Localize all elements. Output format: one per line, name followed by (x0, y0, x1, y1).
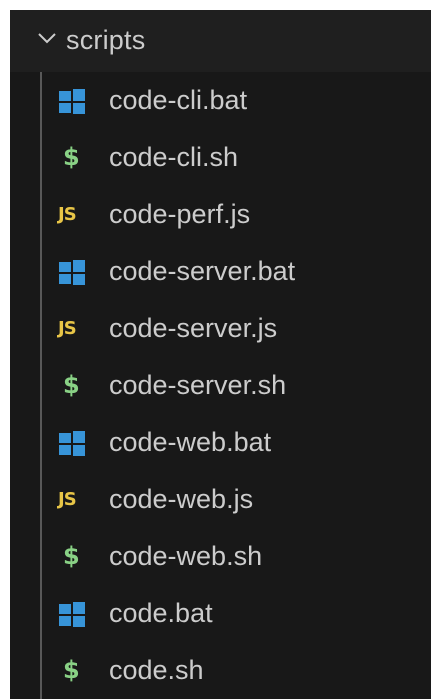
shell-icon: $ (63, 371, 80, 399)
file-name-label: code-perf.js (109, 199, 251, 229)
file-name-label: code-cli.bat (109, 85, 248, 115)
windows-icon (59, 89, 85, 114)
file-item[interactable]: $ code-cli.sh (10, 129, 431, 186)
file-item[interactable]: JS code-server.js (10, 300, 431, 357)
file-name-label: code-web.sh (109, 541, 263, 571)
file-item[interactable]: code-cli.bat (10, 72, 431, 129)
file-item[interactable]: code-server.bat (10, 243, 431, 300)
js-icon: JS (58, 318, 77, 339)
file-item[interactable]: code-web.bat (10, 414, 431, 471)
windows-icon (59, 431, 85, 456)
file-name-label: code-web.bat (109, 427, 272, 457)
js-icon: JS (58, 204, 77, 225)
shell-icon: $ (63, 143, 80, 171)
folder-row-scripts[interactable]: scripts (10, 10, 431, 72)
file-name-label: code.sh (109, 655, 204, 685)
file-item[interactable]: JS code-perf.js (10, 186, 431, 243)
file-name-label: code-cli.sh (109, 142, 239, 172)
file-name-label: code-web.js (109, 484, 254, 514)
js-icon: JS (58, 489, 77, 510)
file-name-label: code-server.bat (109, 256, 296, 286)
file-name-label: code-server.sh (109, 370, 287, 400)
shell-icon: $ (63, 542, 80, 570)
windows-icon (59, 260, 85, 285)
file-item[interactable]: $ code-server.sh (10, 357, 431, 414)
file-name-label: code-server.js (109, 313, 278, 343)
file-item[interactable]: JS code-web.js (10, 471, 431, 528)
file-item[interactable]: code.bat (10, 585, 431, 642)
shell-icon: $ (63, 656, 80, 684)
file-explorer-panel: scripts code-cli.bat $ code-cli.sh JS code-p… (10, 10, 431, 699)
file-list: code-cli.bat $ code-cli.sh JS code-perf.js co… (10, 72, 431, 699)
file-item[interactable]: $ code.sh (10, 642, 431, 699)
chevron-down-icon[interactable] (37, 30, 57, 46)
file-item[interactable]: $ code-web.sh (10, 528, 431, 585)
file-name-label: code.bat (109, 598, 213, 628)
folder-label: scripts (66, 25, 146, 55)
windows-icon (59, 602, 85, 627)
